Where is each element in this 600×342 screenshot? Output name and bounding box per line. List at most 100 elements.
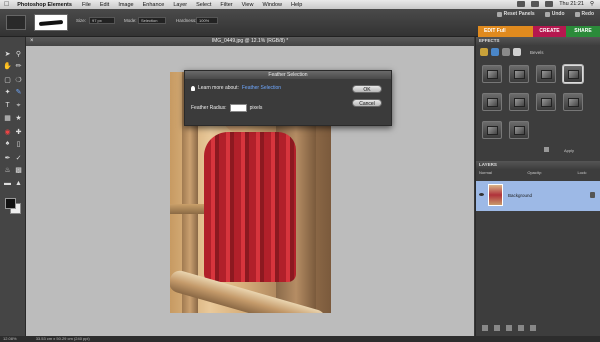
- apply-effect-button[interactable]: Apply: [564, 148, 574, 153]
- effects-category-select[interactable]: Bevels: [530, 50, 544, 55]
- blend-mode-select[interactable]: Normal: [479, 169, 492, 177]
- filters-icon[interactable]: [480, 48, 488, 56]
- eraser-tool-icon[interactable]: ▯: [14, 139, 23, 148]
- menu-file[interactable]: File: [82, 2, 91, 8]
- layer-row-background[interactable]: Background: [476, 181, 600, 211]
- menu-image[interactable]: Image: [118, 2, 133, 8]
- spot-healing-tool-icon[interactable]: ✚: [14, 127, 23, 136]
- menu-layer[interactable]: Layer: [173, 2, 187, 8]
- document-title: IMG_0449.jpg @ 12.1% (RGB/8) *: [211, 38, 289, 44]
- menu-help[interactable]: Help: [291, 2, 302, 8]
- type-tool-icon[interactable]: T: [3, 101, 12, 110]
- marquee-tool-icon[interactable]: ▢: [3, 75, 12, 84]
- ok-button[interactable]: OK: [352, 85, 382, 93]
- battery-icon[interactable]: [517, 1, 526, 7]
- size-field[interactable]: 97 px: [89, 17, 115, 24]
- hardness-field[interactable]: 100%: [196, 17, 218, 24]
- effects-panel-header[interactable]: EFFECTS: [476, 37, 600, 45]
- paint-bucket-tool-icon[interactable]: ♨: [3, 165, 12, 174]
- adjustment-layer-icon[interactable]: [506, 325, 512, 331]
- blur-tool-icon[interactable]: ▲: [14, 179, 23, 188]
- clone-stamp-tool-icon[interactable]: ♠: [3, 139, 12, 148]
- menu-edit[interactable]: Edit: [100, 2, 109, 8]
- styles-icon[interactable]: [513, 48, 521, 56]
- menu-window[interactable]: Window: [262, 2, 282, 8]
- layer-styles-icon[interactable]: [491, 48, 499, 56]
- photo-effects-icon[interactable]: [502, 48, 510, 56]
- wifi-icon[interactable]: [531, 1, 540, 7]
- cancel-button[interactable]: Cancel: [352, 99, 382, 107]
- reset-panels-button[interactable]: Reset Panels: [496, 11, 535, 17]
- feather-radius-label: Feather Radius:: [191, 105, 227, 111]
- redo-icon: [574, 11, 580, 17]
- undo-button[interactable]: Undo: [544, 11, 565, 17]
- menu-enhance[interactable]: Enhance: [143, 2, 165, 8]
- bevel-effect-thumb[interactable]: [536, 65, 556, 83]
- brush-preset-picker[interactable]: [34, 14, 68, 31]
- new-layer-icon[interactable]: [482, 325, 488, 331]
- bevel-effect-thumb[interactable]: [482, 121, 502, 139]
- crop-tool-icon[interactable]: ⌖: [14, 101, 23, 110]
- red-eye-tool-icon[interactable]: ◉: [3, 127, 12, 136]
- bevel-effect-thumb[interactable]: [482, 65, 502, 83]
- shape-tool-icon[interactable]: ▬: [3, 179, 12, 188]
- mode-select[interactable]: Selection: [138, 17, 166, 24]
- document-dimensions: 33.53 cm x 50.29 cm (240 ppi): [35, 336, 90, 341]
- foreground-color-swatch[interactable]: [5, 198, 16, 209]
- bevel-effect-thumb[interactable]: [536, 93, 556, 111]
- effects-trash-icon[interactable]: [544, 147, 549, 152]
- close-document-icon[interactable]: ×: [30, 37, 34, 46]
- mode-label: Mode:: [124, 18, 137, 23]
- apple-menu-icon[interactable]: : [4, 1, 9, 8]
- layers-footer-toolbar: [476, 320, 600, 336]
- lasso-tool-icon[interactable]: ❍: [14, 75, 23, 84]
- status-bar: 12.08% 33.53 cm x 50.29 cm (240 ppi): [0, 336, 600, 342]
- app-menu[interactable]: Photoshop Elements: [17, 2, 72, 8]
- color-swatches[interactable]: [4, 197, 22, 215]
- feather-radius-input[interactable]: [229, 104, 247, 112]
- zoom-readout[interactable]: 12.08%: [3, 336, 17, 341]
- brush-tool-icon[interactable]: ✒: [3, 153, 12, 162]
- lock-icon[interactable]: [590, 192, 595, 198]
- bevel-effect-thumb[interactable]: [509, 93, 529, 111]
- bevel-effect-thumb[interactable]: [509, 65, 529, 83]
- layer-name: Background: [508, 193, 533, 198]
- hand-tool-icon[interactable]: ✋: [3, 61, 12, 70]
- tab-edit[interactable]: EDIT Full: [478, 26, 533, 37]
- layers-panel: LAYERS Normal Opacity: Lock: Background: [476, 161, 600, 211]
- tab-share[interactable]: SHARE: [566, 26, 600, 37]
- effects-category-bar: Bevels: [476, 45, 600, 59]
- bevel-effect-thumb-selected[interactable]: [563, 65, 583, 83]
- volume-icon[interactable]: [545, 1, 554, 7]
- selection-brush-tool-button[interactable]: ✎: [14, 87, 23, 96]
- bevel-effect-thumb[interactable]: [482, 93, 502, 111]
- feather-selection-help-link[interactable]: Feather Selection: [242, 85, 281, 91]
- move-tool-icon[interactable]: ➤: [3, 49, 12, 58]
- smart-brush-tool-icon[interactable]: ✓: [14, 153, 23, 162]
- redo-button[interactable]: Redo: [574, 11, 594, 17]
- layers-panel-header[interactable]: LAYERS: [476, 161, 600, 169]
- magic-wand-tool-icon[interactable]: ✦: [3, 87, 12, 96]
- top-actions: Reset Panels Undo Redo: [496, 11, 594, 17]
- layer-mask-icon[interactable]: [518, 325, 524, 331]
- delete-layer-icon[interactable]: [530, 325, 536, 331]
- feather-selection-dialog: Feather Selection Learn more about: Feat…: [184, 70, 392, 126]
- recompose-tool-icon[interactable]: ▦: [3, 113, 12, 122]
- selection-brush-tool-icon[interactable]: [6, 15, 26, 30]
- menu-select[interactable]: Select: [196, 2, 211, 8]
- bevel-effect-thumb[interactable]: [563, 93, 583, 111]
- lock-label[interactable]: Lock:: [577, 169, 587, 177]
- menu-filter[interactable]: Filter: [220, 2, 232, 8]
- tab-create[interactable]: CREATE: [533, 26, 566, 37]
- visibility-eye-icon[interactable]: [479, 193, 484, 196]
- menu-clock[interactable]: Thu 21:21: [559, 1, 584, 7]
- bevel-effect-thumb[interactable]: [509, 121, 529, 139]
- eyedropper-tool-icon[interactable]: ✏: [14, 61, 23, 70]
- cookie-cutter-tool-icon[interactable]: ★: [14, 113, 23, 122]
- opacity-label[interactable]: Opacity:: [527, 169, 542, 177]
- menu-view[interactable]: View: [242, 2, 254, 8]
- spotlight-icon[interactable]: ⚲: [590, 1, 594, 7]
- zoom-tool-icon[interactable]: ⚲: [14, 49, 23, 58]
- link-layers-icon[interactable]: [494, 325, 500, 331]
- gradient-tool-icon[interactable]: ▩: [14, 165, 23, 174]
